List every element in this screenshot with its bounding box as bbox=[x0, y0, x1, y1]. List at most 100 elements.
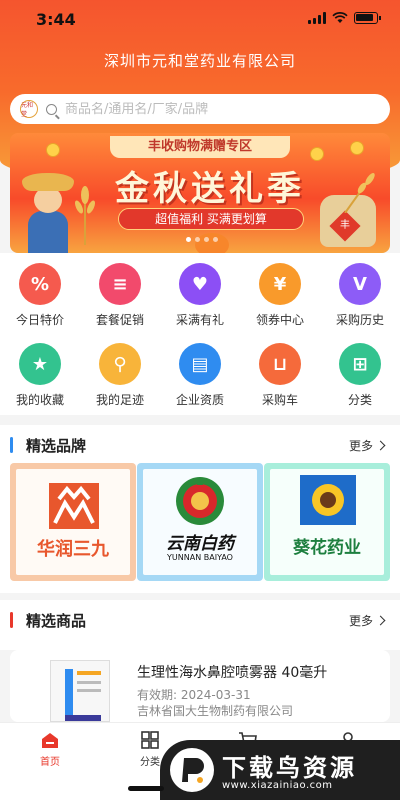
pagination-dot[interactable] bbox=[204, 237, 209, 242]
quick-item-qualifications[interactable]: ▤ 企业资质 bbox=[160, 343, 240, 408]
pagination-dot[interactable] bbox=[213, 237, 218, 242]
tab-label: 分类 bbox=[140, 757, 160, 768]
pumpkin-illustration bbox=[195, 233, 229, 253]
history-icon: V bbox=[339, 263, 381, 305]
gift-icon: ♥ bbox=[179, 263, 221, 305]
watermark-logo bbox=[170, 748, 214, 792]
quick-item-label: 套餐促销 bbox=[95, 313, 144, 327]
chevron-right-icon bbox=[375, 440, 386, 451]
quick-item-label: 采满有礼 bbox=[175, 313, 224, 327]
site-watermark: 下载鸟资源 www.xiazainiao.com bbox=[160, 740, 400, 800]
quick-item-label: 采购历史 bbox=[335, 313, 384, 327]
section-title: 精选品牌 bbox=[26, 437, 87, 455]
company-logo-icon: 元和堂 bbox=[20, 100, 38, 118]
brand-card-yunnan-baiyao[interactable]: 云南白药 YUNNAN BAIYAO bbox=[137, 463, 263, 581]
battery-icon bbox=[354, 12, 381, 24]
section-title: 精选商品 bbox=[26, 612, 87, 630]
home-indicator bbox=[128, 786, 164, 791]
wheat-icon bbox=[344, 173, 375, 213]
brands-section: 精选品牌 更多 华润三九 云南白药 YUNNAN BAIYAO 葵花药业 bbox=[0, 425, 400, 593]
quick-item-bundle-promo[interactable]: ≡ 套餐促销 bbox=[80, 263, 160, 328]
quick-item-label: 领券中心 bbox=[255, 313, 304, 327]
product-name: 生理性海水鼻腔喷雾器 40毫升 bbox=[137, 665, 328, 681]
banner-subtitle: 超值福利 买满更划算 bbox=[118, 208, 304, 230]
products-more-link[interactable]: 更多 bbox=[348, 612, 386, 629]
watermark-title: 下载鸟资源 bbox=[222, 754, 357, 782]
home-icon bbox=[42, 733, 58, 748]
footprint-icon: ⚲ bbox=[99, 343, 141, 385]
category-icon: ⊞ bbox=[339, 343, 381, 385]
quick-item-label: 分类 bbox=[347, 393, 372, 407]
category-icon bbox=[141, 731, 159, 749]
product-image bbox=[50, 660, 110, 722]
banner-title: 金秋送礼季 bbox=[115, 169, 305, 209]
quick-menu: % 今日特价 ≡ 套餐促销 ♥ 采满有礼 ¥ 领券中心 V 采购历史 ★ 我的收… bbox=[0, 253, 400, 415]
cart-icon: ⊔ bbox=[259, 343, 301, 385]
quick-item-cart[interactable]: ⊔ 采购车 bbox=[240, 343, 320, 408]
quick-item-category[interactable]: ⊞ 分类 bbox=[320, 343, 400, 408]
watermark-url: www.xiazainiao.com bbox=[222, 780, 333, 791]
product-card[interactable]: 生理性海水鼻腔喷雾器 40毫升 有效期: 2024-03-31 吉林省国大生物制… bbox=[10, 650, 390, 722]
sack-label: 丰 bbox=[340, 220, 350, 231]
search-input[interactable] bbox=[65, 101, 365, 117]
tab-home[interactable]: 首页 bbox=[20, 731, 80, 768]
brand-card-huarun[interactable]: 华润三九 bbox=[10, 463, 136, 581]
quick-item-coupon-center[interactable]: ¥ 领券中心 bbox=[240, 263, 320, 328]
chevron-right-icon bbox=[375, 615, 386, 626]
quick-item-label: 我的足迹 bbox=[95, 393, 144, 407]
logo-text: 元和堂 bbox=[21, 102, 34, 118]
sunflower-logo-icon bbox=[300, 475, 356, 525]
product-expiry: 有效期: 2024-03-31 bbox=[137, 686, 251, 703]
brand-name: 华润三九 bbox=[37, 539, 109, 560]
coin-icon bbox=[310, 147, 324, 161]
status-bar: 3:44 bbox=[0, 0, 400, 40]
products-section: 精选商品 更多 bbox=[0, 600, 400, 650]
pagination-dot[interactable] bbox=[186, 237, 191, 242]
status-icons bbox=[308, 12, 381, 24]
expiry-date: 2024-03-31 bbox=[180, 688, 251, 702]
quick-item-label: 采购车 bbox=[261, 393, 298, 407]
certificate-icon: ▤ bbox=[179, 343, 221, 385]
more-label: 更多 bbox=[348, 614, 373, 628]
signal-icon bbox=[308, 12, 326, 24]
brand-name: 葵花药业 bbox=[293, 538, 361, 558]
search-icon bbox=[46, 103, 57, 115]
quick-item-label: 企业资质 bbox=[175, 393, 224, 407]
quick-item-footprints[interactable]: ⚲ 我的足迹 bbox=[80, 343, 160, 408]
yunnan-baiyao-logo-icon bbox=[176, 477, 224, 525]
coin-icon bbox=[350, 141, 364, 155]
wifi-icon bbox=[332, 12, 348, 23]
more-label: 更多 bbox=[348, 439, 373, 453]
promo-banner[interactable]: 丰收购物满赠专区 金秋送礼季 超值福利 买满更划算 丰 bbox=[10, 133, 390, 253]
huarun-logo-icon bbox=[49, 483, 99, 529]
tab-label: 首页 bbox=[40, 757, 60, 768]
pagination-dot[interactable] bbox=[195, 237, 200, 242]
brands-more-link[interactable]: 更多 bbox=[348, 437, 386, 454]
quick-item-purchase-gift[interactable]: ♥ 采满有礼 bbox=[160, 263, 240, 328]
brand-name-en: YUNNAN BAIYAO bbox=[167, 553, 233, 562]
star-icon: ★ bbox=[19, 343, 61, 385]
quick-item-label: 今日特价 bbox=[15, 313, 64, 327]
banner-top-label: 丰收购物满赠专区 bbox=[110, 136, 290, 158]
quick-item-favorites[interactable]: ★ 我的收藏 bbox=[0, 343, 80, 408]
brand-card-kuihua[interactable]: 葵花药业 bbox=[264, 463, 390, 581]
quick-item-today-special[interactable]: % 今日特价 bbox=[0, 263, 80, 328]
section-header: 精选品牌 更多 bbox=[0, 425, 400, 465]
wheat-icon bbox=[74, 186, 96, 245]
coupon-icon: ¥ bbox=[259, 263, 301, 305]
expiry-label: 有效期: bbox=[137, 688, 178, 702]
stack-icon: ≡ bbox=[99, 263, 141, 305]
coin-icon bbox=[46, 143, 60, 157]
quick-item-purchase-history[interactable]: V 采购历史 bbox=[320, 263, 400, 328]
farmer-illustration bbox=[22, 173, 74, 253]
company-name: 深圳市元和堂药业有限公司 bbox=[103, 52, 296, 70]
section-accent-bar bbox=[10, 437, 13, 453]
status-time: 3:44 bbox=[36, 10, 76, 29]
tag-icon: % bbox=[19, 263, 61, 305]
section-accent-bar bbox=[10, 612, 13, 628]
search-bar[interactable]: 元和堂 bbox=[10, 94, 390, 124]
brand-name: 云南白药 bbox=[166, 534, 234, 554]
product-manufacturer: 吉林省国大生物制药有限公司 bbox=[137, 704, 294, 718]
section-header: 精选商品 更多 bbox=[0, 600, 400, 640]
banner-pagination[interactable] bbox=[186, 237, 218, 242]
